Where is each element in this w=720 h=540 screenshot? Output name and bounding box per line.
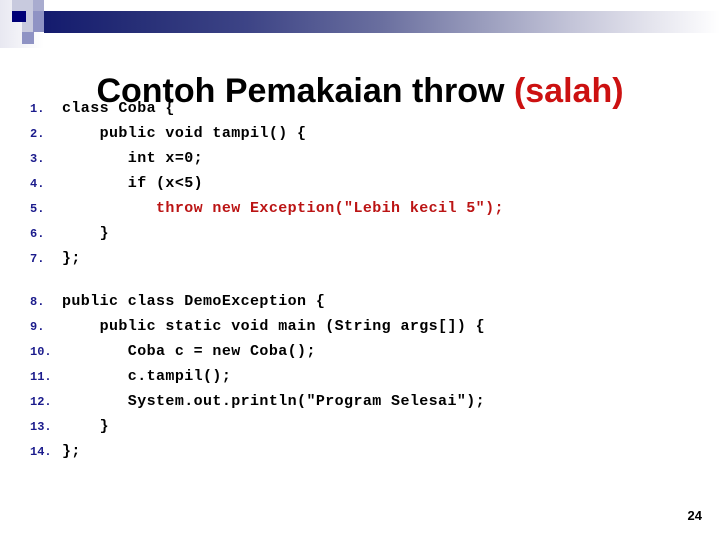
code-line: 10. Coba c = new Coba();: [30, 343, 710, 368]
code-line-number: 4.: [30, 177, 45, 191]
code-line-text: }: [62, 418, 110, 435]
header-gradient-bar: [44, 11, 720, 33]
code-line-number: 2.: [30, 127, 45, 141]
deco-block-navy-square: [12, 11, 26, 22]
code-line: 4. if (x<5): [30, 175, 710, 200]
code-line: 2. public void tampil() {: [30, 125, 710, 150]
deco-block-g: [22, 32, 34, 44]
code-line-text: c.tampil();: [62, 368, 232, 385]
code-line-number: 14.: [30, 445, 52, 459]
code-line-number: 10.: [30, 345, 52, 359]
deco-block-a: [12, 0, 34, 11]
code-line: 12. System.out.println("Program Selesai"…: [30, 393, 710, 418]
code-line-text: }: [62, 225, 110, 242]
code-line-number: 7.: [30, 252, 45, 266]
page-number: 24: [687, 508, 702, 523]
code-line-text: if (x<5): [62, 175, 204, 192]
code-line: 11. c.tampil();: [30, 368, 710, 393]
deco-block-d: [33, 11, 44, 22]
code-line: 5. throw new Exception("Lebih kecil 5");: [30, 200, 710, 225]
code-line-text: class Coba {: [62, 100, 175, 117]
code-line-number: 5.: [30, 202, 45, 216]
code-line: 7.};: [30, 250, 710, 275]
code-line-text: int x=0;: [62, 150, 204, 167]
code-line-number: 3.: [30, 152, 45, 166]
code-line: 3. int x=0;: [30, 150, 710, 175]
code-line-text: };: [62, 443, 81, 460]
slide-header-decoration: [0, 0, 720, 48]
code-line-number: 1.: [30, 102, 45, 116]
code-line-text-error: throw new Exception("Lebih kecil 5");: [62, 200, 504, 217]
code-listing: 1. class Coba {2. public void tampil() {3…: [30, 100, 710, 468]
code-line: 6. }: [30, 225, 710, 250]
code-line-number: 9.: [30, 320, 45, 334]
code-line: 14.};: [30, 443, 710, 468]
code-line-text: public void tampil() {: [62, 125, 307, 142]
code-line: 9. public static void main (String args[…: [30, 318, 710, 343]
code-line-text: };: [62, 250, 81, 267]
code-line-text: Coba c = new Coba();: [62, 343, 316, 360]
code-line: 13. }: [30, 418, 710, 443]
deco-block-f: [33, 22, 44, 32]
code-line-number: 13.: [30, 420, 52, 434]
code-line-number: 12.: [30, 395, 52, 409]
code-line-number: 6.: [30, 227, 45, 241]
deco-block-b: [33, 0, 44, 11]
code-line-number: 11.: [30, 370, 52, 384]
code-line-text: public static void main (String args[]) …: [62, 318, 486, 335]
code-line-spacer: [30, 275, 710, 293]
code-line-number: 8.: [30, 295, 45, 309]
code-line: 8. public class DemoException {: [30, 293, 710, 318]
code-line-text: public class DemoException {: [62, 293, 326, 310]
code-line-text: System.out.println("Program Selesai");: [62, 393, 486, 410]
code-line: 1. class Coba {: [30, 100, 710, 125]
